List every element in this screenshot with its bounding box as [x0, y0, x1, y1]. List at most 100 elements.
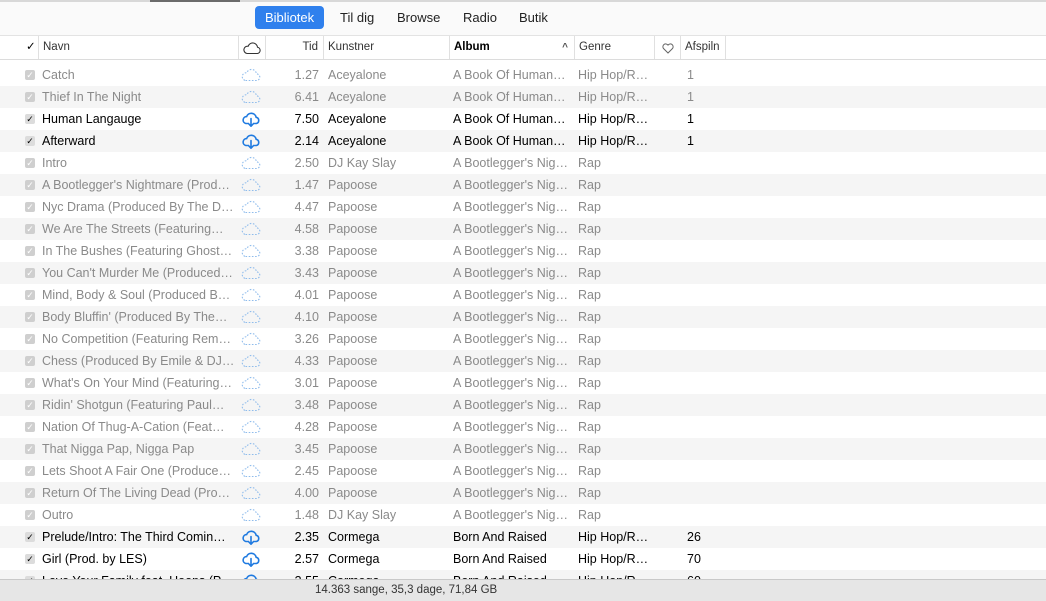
song-checkbox[interactable]: ✓ [25, 488, 35, 498]
cloud-download-icon[interactable] [241, 133, 261, 149]
song-artist: Cormega [328, 552, 380, 566]
song-row[interactable]: ✓ Ridin' Shotgun (Featuring Paul… 3.48 Papo… [0, 394, 1046, 416]
song-checkbox[interactable]: ✓ [25, 70, 35, 80]
song-checkbox[interactable]: ✓ [25, 202, 35, 212]
song-checkbox[interactable]: ✓ [25, 466, 35, 476]
song-time: 4.10 [294, 310, 319, 324]
song-row[interactable]: ✓ Girl (Prod. by LES) 2.57 Cormega Born And … [0, 548, 1046, 570]
cloud-download-icon[interactable] [241, 551, 261, 567]
song-row[interactable]: ✓ Nation Of Thug-A-Cation (Feat… 4.28 Papoo… [0, 416, 1046, 438]
song-artist: Papoose [328, 464, 378, 478]
song-row[interactable]: ✓ Body Bluffin' (Produced By The… 4.10 Papo… [0, 306, 1046, 328]
song-artist: Papoose [328, 178, 378, 192]
song-row[interactable]: ✓ Outro 1.48 DJ Kay Slay A Bootlegger's Nig…… [0, 504, 1046, 526]
song-checkbox[interactable]: ✓ [25, 92, 35, 102]
song-time: 7.50 [294, 112, 319, 126]
cloud-outline-icon [241, 332, 261, 346]
column-genre-header[interactable]: Genre [574, 36, 654, 59]
column-artist-header[interactable]: Kunstner [323, 36, 449, 59]
song-artist: Papoose [328, 486, 378, 500]
song-row[interactable]: ✓ Nyc Drama (Produced By The D… 4.47 Papoos… [0, 196, 1046, 218]
song-checkbox[interactable]: ✓ [25, 290, 35, 300]
song-row[interactable]: ✓ What's On Your Mind (Featuring… 3.01 Papo… [0, 372, 1046, 394]
song-row[interactable]: ✓ In The Bushes (Featuring Ghost… 3.38 Papo… [0, 240, 1046, 262]
cloud-outline-icon [241, 266, 261, 280]
song-plays: 60 [687, 570, 727, 579]
cloud-outline-icon [241, 244, 261, 258]
column-name-header[interactable]: Navn [38, 36, 238, 59]
song-row[interactable]: ✓ Chess (Produced By Emile & DJ… 4.33 Papoo… [0, 350, 1046, 372]
song-checkbox[interactable]: ✓ [25, 158, 35, 168]
cloud-download-icon[interactable] [241, 529, 261, 545]
song-checkbox[interactable]: ✓ [25, 224, 35, 234]
tab-browse[interactable]: Browse [387, 6, 450, 29]
song-row[interactable]: ✓ Afterward 2.14 Aceyalone A Book Of Human… H… [0, 130, 1046, 152]
column-album-header[interactable]: Album ^ [449, 36, 574, 59]
song-genre: Hip Hop/R… [578, 134, 649, 148]
cloud-outline-icon [241, 442, 261, 456]
song-row[interactable]: ✓ Mind, Body & Soul (Produced B… 4.01 Papoo… [0, 284, 1046, 306]
song-checkbox[interactable]: ✓ [25, 136, 35, 146]
sort-ascending-icon: ^ [562, 42, 568, 53]
song-checkbox[interactable]: ✓ [25, 510, 35, 520]
column-plays-header[interactable]: Afspiln [680, 36, 726, 59]
song-album: A Bootlegger's Nig… [453, 398, 568, 412]
song-row[interactable]: ✓ Lets Shoot A Fair One (Produce… 2.45 Papo… [0, 460, 1046, 482]
song-checkbox[interactable]: ✓ [25, 312, 35, 322]
song-row[interactable]: ✓ Thief In The Night 6.41 Aceyalone A Book O… [0, 86, 1046, 108]
song-genre: Rap [578, 442, 601, 456]
song-album: A Book Of Human… [453, 68, 566, 82]
song-checkbox[interactable]: ✓ [25, 180, 35, 190]
song-row[interactable]: ✓ No Competition (Featuring Rem… 3.26 Papoo… [0, 328, 1046, 350]
column-love-header[interactable] [654, 36, 680, 59]
cloud-outline-icon [241, 90, 261, 104]
column-check-header[interactable]: ✓ [22, 36, 38, 59]
song-artist: DJ Kay Slay [328, 156, 397, 170]
song-genre: Rap [578, 332, 601, 346]
song-time: 4.28 [294, 420, 319, 434]
cloud-outline-icon [241, 398, 261, 412]
song-list[interactable]: ✓ Catch 1.27 Aceyalone A Book Of Human… Hip H… [0, 64, 1046, 579]
song-checkbox[interactable]: ✓ [25, 422, 35, 432]
column-time-header[interactable]: Tid [265, 36, 323, 59]
cloud-download-icon[interactable] [241, 111, 261, 127]
song-row[interactable]: ✓ Return Of The Living Dead (Pro… 4.00 Papo… [0, 482, 1046, 504]
song-row[interactable]: ✓Love Your Family feat. Hoops (P…3.55Cor… [0, 570, 1046, 579]
song-row[interactable]: ✓ Prelude/Intro: The Third Comin… 2.35 Corm… [0, 526, 1046, 548]
status-bar: 14.363 sange, 35,3 dage, 71,84 GB [0, 579, 1046, 601]
song-artist: Papoose [328, 376, 378, 390]
song-artist: Papoose [328, 332, 378, 346]
song-name: Body Bluffin' (Produced By The… [42, 310, 228, 324]
song-row[interactable]: ✓ Catch 1.27 Aceyalone A Book Of Human… Hip H… [0, 64, 1046, 86]
song-checkbox[interactable]: ✓ [25, 532, 35, 542]
song-artist: Papoose [328, 310, 378, 324]
song-album: Born And Raised [453, 552, 547, 566]
song-row[interactable]: ✓ You Can't Murder Me (Produced… 3.43 Papoo… [0, 262, 1046, 284]
song-checkbox[interactable]: ✓ [25, 378, 35, 388]
status-text: 14.363 sange, 35,3 dage, 71,84 GB [315, 584, 498, 596]
song-name: Human Langauge [42, 112, 142, 126]
song-checkbox[interactable]: ✓ [25, 246, 35, 256]
song-row[interactable]: ✓ We Are The Streets (Featuring… 4.58 Papoo… [0, 218, 1046, 240]
song-checkbox[interactable]: ✓ [25, 356, 35, 366]
song-checkbox[interactable]: ✓ [25, 268, 35, 278]
song-checkbox[interactable]: ✓ [25, 444, 35, 454]
tab-til-dig[interactable]: Til dig [330, 6, 384, 29]
tab-bibliotek[interactable]: Bibliotek [255, 6, 325, 29]
song-artist: Aceyalone [328, 112, 387, 126]
song-checkbox[interactable]: ✓ [25, 554, 35, 564]
tab-radio[interactable]: Radio [453, 6, 507, 29]
song-checkbox[interactable]: ✓ [25, 334, 35, 344]
song-name: Outro [42, 508, 74, 522]
song-checkbox[interactable]: ✓ [25, 114, 35, 124]
song-genre: Rap [578, 288, 601, 302]
tab-butik[interactable]: Butik [509, 6, 558, 29]
song-genre: Hip Hop/R… [578, 68, 649, 82]
song-row[interactable]: ✓ That Nigga Pap, Nigga Pap 3.45 Papoose A B… [0, 438, 1046, 460]
song-checkbox[interactable]: ✓ [25, 400, 35, 410]
song-row[interactable]: ✓ Intro 2.50 DJ Kay Slay A Bootlegger's Nig…… [0, 152, 1046, 174]
song-row[interactable]: ✓ Human Langauge 7.50 Aceyalone A Book Of Hu… [0, 108, 1046, 130]
column-cloud-header[interactable] [238, 36, 265, 59]
song-row[interactable]: ✓ A Bootlegger's Nightmare (Prod… 1.47 Papo… [0, 174, 1046, 196]
song-name: Lets Shoot A Fair One (Produce… [42, 464, 231, 478]
